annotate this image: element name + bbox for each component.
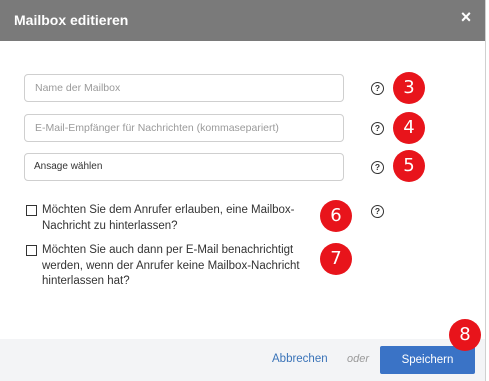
dialog-footer: Abbrechen oder Speichern (0, 339, 485, 381)
annotation-badge-5: 5 (393, 150, 425, 182)
announcement-select[interactable]: Ansage wählen (24, 153, 344, 181)
annotation-badge-7: 7 (320, 243, 352, 275)
or-separator: oder (347, 353, 370, 365)
annotation-badge-3: 3 (393, 72, 425, 104)
allow-no-message-label: Möchten Sie dem Anrufer erlauben, eine M… (42, 204, 295, 232)
dialog-title: Mailbox editieren (14, 12, 129, 28)
annotation-badge-4: 4 (393, 112, 425, 144)
notify-no-message-checkbox[interactable] (26, 245, 37, 256)
annotation-badge-6: 6 (320, 200, 352, 232)
help-icon[interactable]: ? (371, 161, 384, 174)
announcement-select-label: Ansage wählen (34, 161, 103, 172)
close-icon[interactable]: × (457, 8, 475, 26)
cancel-link[interactable]: Abbrechen (272, 353, 328, 365)
annotation-badge-8: 8 (449, 319, 481, 351)
help-icon[interactable]: ? (371, 82, 384, 95)
dialog-header: Mailbox editieren × (0, 0, 485, 41)
notify-no-message-label: Möchten Sie auch dann per E-Mail benachr… (42, 244, 300, 287)
mailbox-name-input[interactable] (24, 74, 344, 102)
help-icon[interactable]: ? (371, 205, 384, 218)
email-recipients-input[interactable] (24, 114, 344, 142)
allow-no-message-checkbox[interactable] (26, 205, 37, 216)
help-icon[interactable]: ? (371, 122, 384, 135)
edit-mailbox-dialog: Mailbox editieren × ? 3 ? 4 Ansage wähle… (0, 0, 486, 381)
